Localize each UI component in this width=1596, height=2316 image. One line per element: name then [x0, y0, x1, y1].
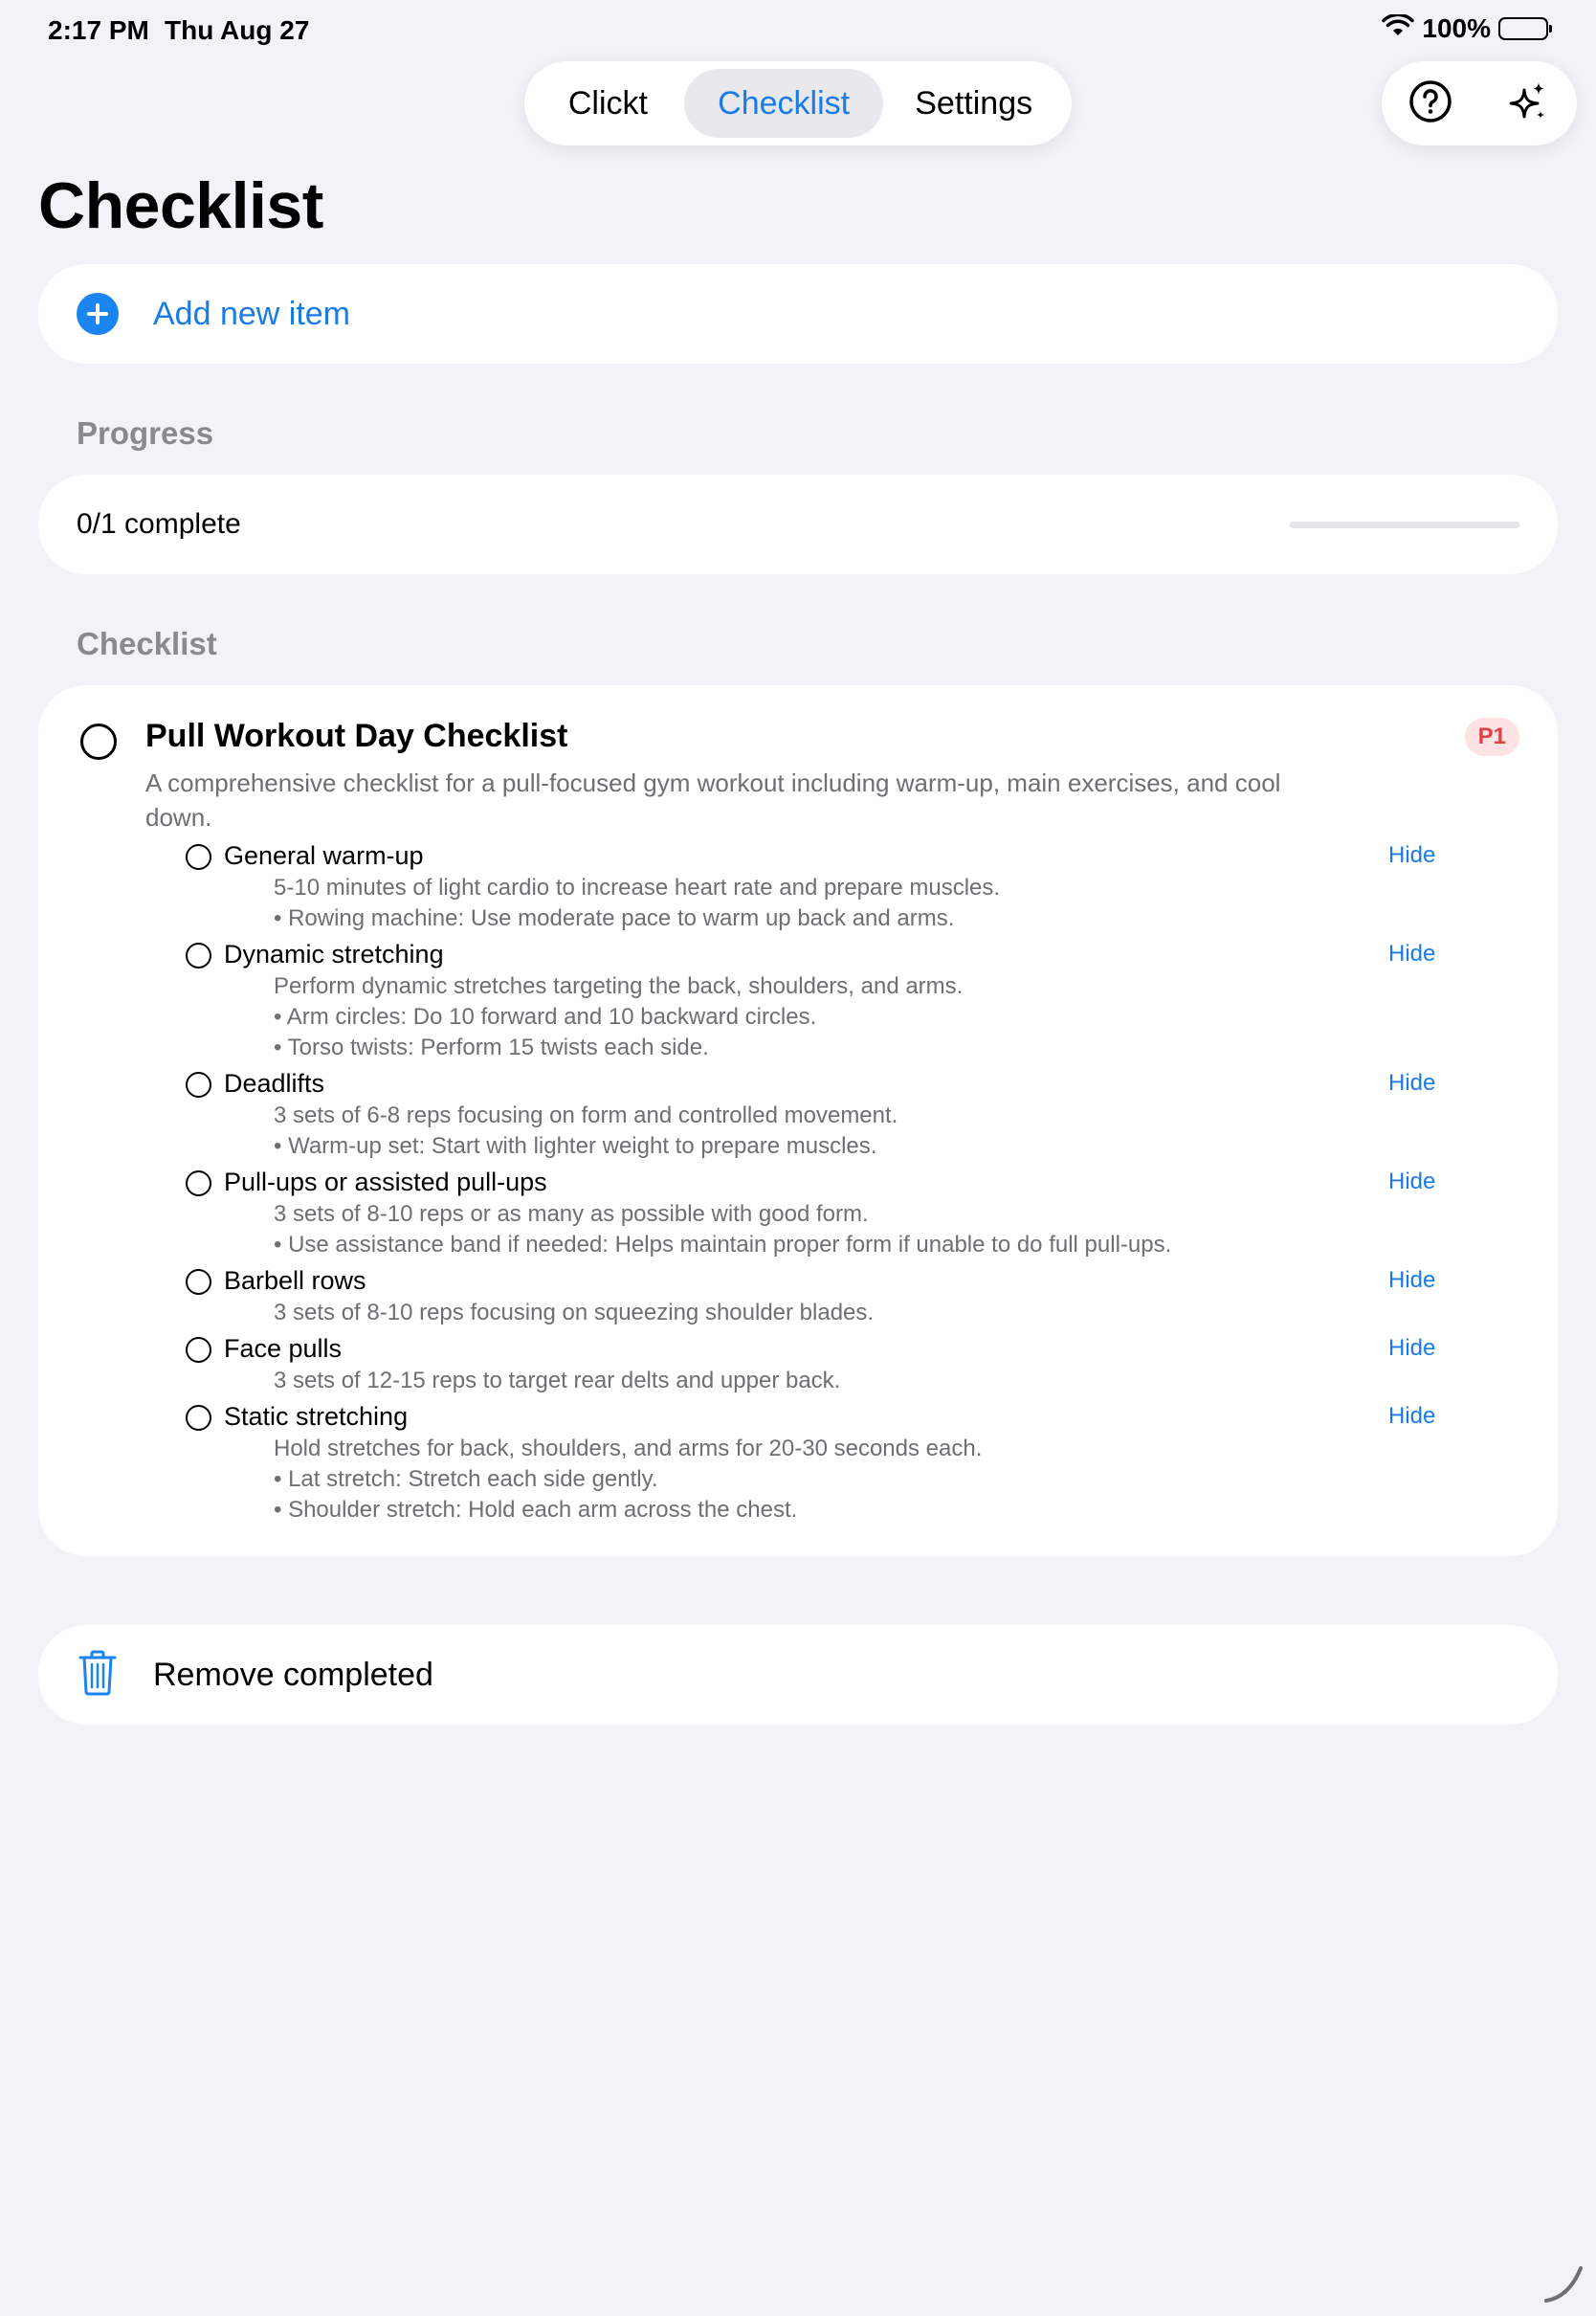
detail-line: • Lat stretch: Stretch each side gently.	[274, 1466, 658, 1492]
progress-card: 0/1 complete	[38, 475, 1558, 574]
subitem-title: Dynamic stretching	[224, 940, 444, 969]
subitem-details: 3 sets of 6-8 reps focusing on form and …	[274, 1101, 898, 1162]
progress-bar	[1290, 521, 1519, 528]
checklist-header: Checklist	[77, 626, 217, 661]
tab-clickt[interactable]: Clickt	[532, 69, 684, 138]
detail-line: Perform dynamic stretches targeting the …	[274, 973, 964, 999]
hide-button[interactable]: Hide	[1388, 1399, 1435, 1434]
main-item-title: Pull Workout Day Checklist	[145, 718, 568, 754]
subitem-details: 3 sets of 8-10 reps or as many as possib…	[274, 1199, 1171, 1260]
tab-checklist[interactable]: Checklist	[683, 69, 884, 138]
hide-button[interactable]: Hide	[1388, 1263, 1435, 1298]
trash-icon	[77, 1649, 119, 1702]
subitem-details: Hold stretches for back, shoulders, and …	[274, 1434, 982, 1525]
subitem-checkbox[interactable]	[186, 1337, 211, 1363]
subitem-details: 5-10 minutes of light cardio to increase…	[274, 873, 1000, 934]
tab-settings[interactable]: Settings	[883, 69, 1064, 138]
battery-icon	[1498, 17, 1552, 40]
detail-line: 3 sets of 12-15 reps to target rear delt…	[274, 1368, 841, 1393]
detail-line: 3 sets of 8-10 reps focusing on squeezin…	[274, 1300, 875, 1325]
subitem-title: Deadlifts	[224, 1069, 325, 1098]
detail-line: • Arm circles: Do 10 forward and 10 back…	[274, 1004, 817, 1030]
hide-button[interactable]: Hide	[1388, 937, 1435, 971]
subitem-checkbox[interactable]	[186, 1170, 211, 1196]
battery-percent: 100%	[1422, 13, 1491, 43]
hide-button[interactable]: Hide	[1388, 1331, 1435, 1366]
subitem-details: Perform dynamic stretches targeting the …	[274, 971, 963, 1063]
hide-button[interactable]: Hide	[1388, 838, 1435, 873]
remove-completed-button[interactable]: Remove completed	[38, 1625, 1558, 1725]
subitem-checkbox[interactable]	[186, 943, 211, 969]
progress-text: 0/1 complete	[77, 508, 241, 540]
plus-circle-icon	[77, 293, 119, 335]
detail-line: Hold stretches for back, shoulders, and …	[274, 1436, 983, 1461]
subitem-details: 3 sets of 12-15 reps to target rear delt…	[274, 1366, 840, 1396]
checklist-card: Pull Workout Day Checklist A comprehensi…	[38, 685, 1558, 1556]
subitem-title: Static stretching	[224, 1402, 409, 1431]
wifi-icon	[1382, 12, 1415, 44]
status-bar: 2:17 PM Thu Aug 27 100%	[0, 0, 1596, 61]
ai-button[interactable]	[1499, 75, 1557, 132]
status-date: Thu Aug 27	[165, 15, 310, 45]
status-indicators: 100%	[1382, 12, 1552, 44]
detail-line: 3 sets of 8-10 reps or as many as possib…	[274, 1201, 869, 1227]
subitem-title: Pull-ups or assisted pull-ups	[224, 1168, 547, 1196]
subitem-checkbox[interactable]	[186, 1072, 211, 1098]
question-circle-icon	[1408, 78, 1453, 129]
subitem-title: Face pulls	[224, 1334, 343, 1363]
hide-button[interactable]: Hide	[1388, 1066, 1435, 1101]
toolbar-actions	[1382, 61, 1577, 145]
add-new-item-label: Add new item	[153, 295, 350, 332]
add-new-item-button[interactable]: Add new item	[38, 264, 1558, 364]
detail-line: • Use assistance band if needed: Helps m…	[274, 1232, 1172, 1258]
priority-badge: P1	[1464, 718, 1519, 756]
main-item-checkbox[interactable]	[80, 724, 117, 760]
page-title: Checklist	[38, 169, 323, 242]
resize-handle-icon[interactable]	[1541, 2260, 1586, 2306]
main-item-description: A comprehensive checklist for a pull-foc…	[145, 768, 1281, 832]
subitem-details: 3 sets of 8-10 reps focusing on squeezin…	[274, 1298, 874, 1328]
subitem-checkbox[interactable]	[186, 1269, 211, 1295]
hide-button[interactable]: Hide	[1388, 1165, 1435, 1199]
progress-header: Progress	[77, 415, 214, 451]
detail-line: 5-10 minutes of light cardio to increase…	[274, 875, 1001, 901]
help-button[interactable]	[1402, 75, 1459, 132]
detail-line: • Torso twists: Perform 15 twists each s…	[274, 1035, 709, 1060]
detail-line: • Shoulder stretch: Hold each arm across…	[274, 1497, 798, 1523]
sparkles-icon	[1505, 78, 1551, 129]
subitem-title: Barbell rows	[224, 1266, 366, 1295]
subitem-checkbox[interactable]	[186, 1405, 211, 1431]
remove-completed-label: Remove completed	[153, 1656, 433, 1693]
subitem-checkbox[interactable]	[186, 844, 211, 870]
detail-line: • Rowing machine: Use moderate pace to w…	[274, 905, 955, 931]
detail-line: 3 sets of 6-8 reps focusing on form and …	[274, 1102, 898, 1128]
status-time: 2:17 PM	[48, 15, 149, 45]
subitem-title: General warm-up	[224, 841, 424, 870]
detail-line: • Warm-up set: Start with lighter weight…	[274, 1133, 877, 1159]
tab-bar: Clickt Checklist Settings	[524, 61, 1072, 145]
